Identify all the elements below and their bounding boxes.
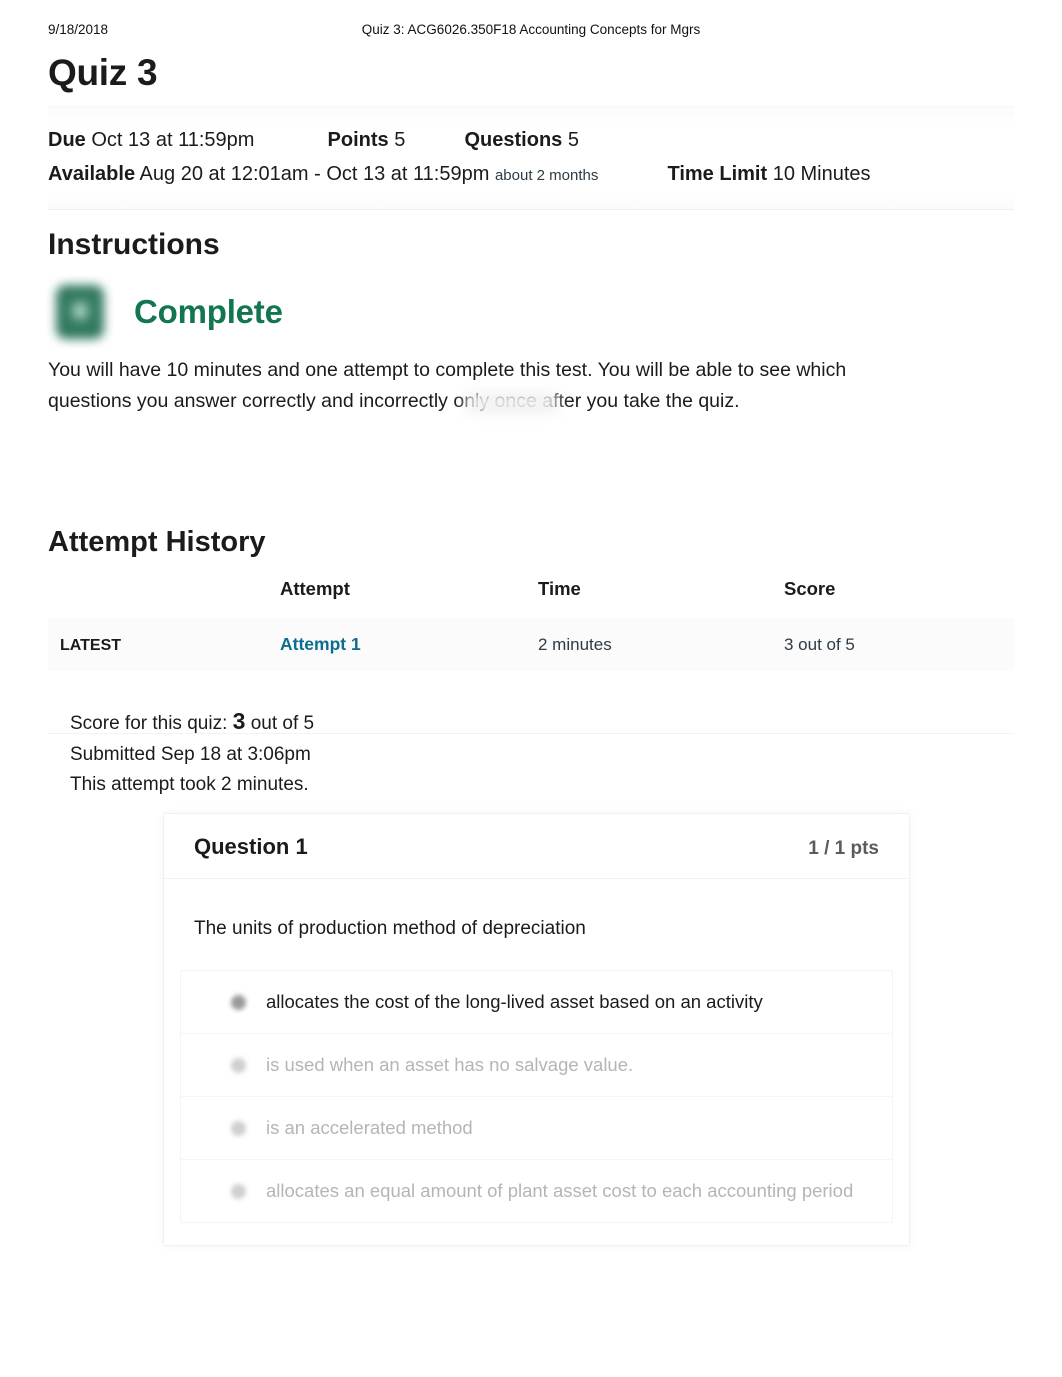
column-header-attempt: Attempt bbox=[280, 578, 350, 599]
instructions-heading: Instructions bbox=[48, 228, 220, 261]
points-value: 5 bbox=[394, 129, 406, 151]
cell-attempt: Attempt 1 bbox=[280, 618, 538, 671]
score-line: Score for this quiz: 3 out of 5 bbox=[70, 706, 314, 740]
cell-score: 3 out of 5 bbox=[784, 618, 1014, 671]
duration-line: This attempt took 2 minutes. bbox=[70, 774, 309, 795]
radio-button-icon[interactable] bbox=[231, 994, 246, 1010]
answer-option-label: is used when an asset has no salvage val… bbox=[266, 1054, 634, 1075]
answer-option-label: is an accelerated method bbox=[266, 1117, 473, 1138]
score-prefix: Score for this quiz: bbox=[70, 713, 228, 734]
table-header-row: Attempt Time Score bbox=[48, 578, 1014, 618]
submitted-line: Submitted Sep 18 at 3:06pm bbox=[70, 743, 311, 765]
cell-time: 2 minutes bbox=[538, 618, 784, 671]
radio-button-icon[interactable] bbox=[231, 1120, 246, 1136]
column-header-kept bbox=[48, 578, 280, 618]
quiz-meta-band: Due Oct 13 at 11:59pm Points 5 Questions… bbox=[48, 106, 1014, 210]
answer-option[interactable]: is an accelerated method bbox=[181, 1097, 892, 1160]
cell-kept: LATEST bbox=[48, 618, 280, 671]
print-page-title: Quiz 3: ACG6026.350F18 Accounting Concep… bbox=[361, 22, 701, 37]
quiz-meta-row-1: Due Oct 13 at 11:59pm Points 5 Questions… bbox=[48, 123, 1014, 157]
column-header-score: Score bbox=[784, 578, 836, 599]
questions-value: 5 bbox=[567, 129, 579, 151]
attempt-1-link[interactable]: Attempt 1 bbox=[280, 634, 361, 654]
instructions-body: You will have 10 minutes and one attempt… bbox=[48, 359, 847, 412]
question-header: Question 1 1 / 1 pts bbox=[164, 814, 909, 879]
question-points: 1 / 1 pts bbox=[808, 838, 879, 859]
answer-option[interactable]: allocates an equal amount of plant asset… bbox=[181, 1160, 892, 1222]
points-label: Points bbox=[327, 129, 389, 151]
due-value: Oct 13 at 11:59pm bbox=[91, 129, 255, 151]
answer-options-list: allocates the cost of the long-lived ass… bbox=[180, 970, 893, 1223]
answer-option-label: allocates an equal amount of plant asset… bbox=[266, 1180, 854, 1201]
redaction-blur-patch bbox=[466, 392, 558, 414]
available-duration: about 2 months bbox=[494, 167, 599, 184]
score-suffix: out of 5 bbox=[250, 713, 315, 734]
score-value: 3 bbox=[232, 708, 246, 734]
answer-option[interactable]: allocates the cost of the long-lived ass… bbox=[181, 971, 892, 1034]
available-value: Aug 20 at 12:01am - Oct 13 at 11:59pm bbox=[139, 163, 490, 185]
print-header: 9/18/2018 Quiz 3: ACG6026.350F18 Account… bbox=[0, 22, 1062, 42]
table-row: LATEST Attempt 1 2 minutes 3 out of 5 bbox=[48, 618, 1014, 671]
radio-button-icon[interactable] bbox=[231, 1183, 246, 1199]
answer-option[interactable]: is used when an asset has no salvage val… bbox=[181, 1034, 892, 1097]
question-title: Question 1 bbox=[194, 834, 308, 859]
time-limit-label: Time Limit bbox=[667, 163, 768, 185]
status-badge-label: Complete bbox=[134, 293, 283, 330]
score-summary: Score for this quiz: 3 out of 5 Submitte… bbox=[70, 706, 314, 801]
latest-badge: LATEST bbox=[60, 636, 122, 654]
available-label: Available bbox=[48, 163, 136, 185]
time-limit-value: 10 Minutes bbox=[772, 163, 871, 185]
answer-option-label: allocates the cost of the long-lived ass… bbox=[266, 991, 763, 1012]
questions-label: Questions bbox=[464, 129, 563, 151]
complete-check-icon bbox=[56, 285, 104, 339]
quiz-meta-row-2: Available Aug 20 at 12:01am - Oct 13 at … bbox=[48, 157, 1014, 193]
question-stem: The units of production method of deprec… bbox=[194, 918, 586, 939]
attempt-history-heading: Attempt History bbox=[48, 526, 266, 558]
column-header-time: Time bbox=[538, 578, 581, 599]
due-label: Due bbox=[48, 129, 86, 151]
quiz-status-badge: Complete bbox=[48, 278, 283, 346]
radio-button-icon[interactable] bbox=[231, 1057, 246, 1073]
page-title: Quiz 3 bbox=[48, 52, 158, 93]
question-card: Question 1 1 / 1 pts The units of produc… bbox=[163, 813, 910, 1246]
